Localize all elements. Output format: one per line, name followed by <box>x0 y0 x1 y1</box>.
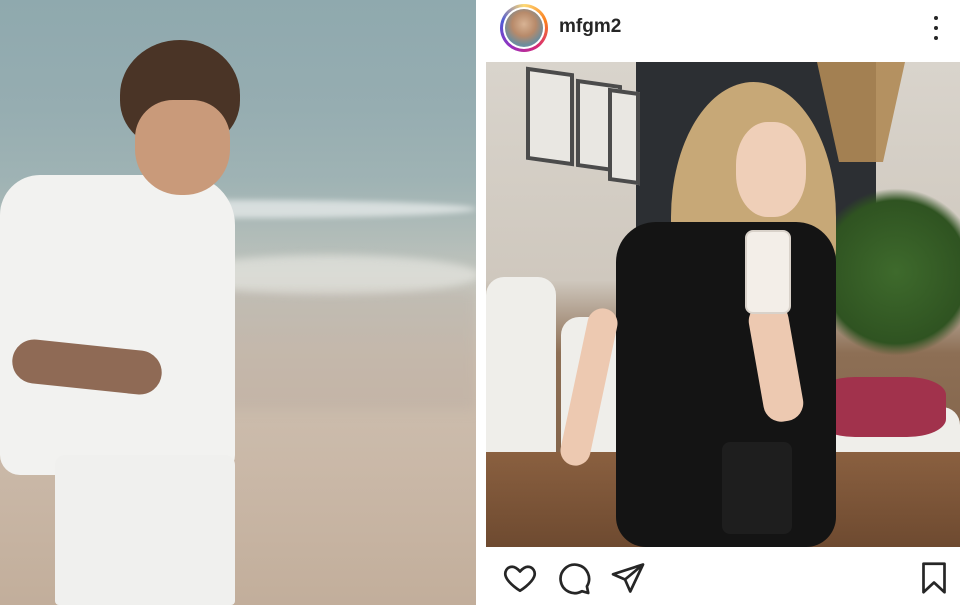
avatar[interactable] <box>503 7 545 49</box>
instagram-post: mfgm2 <box>476 0 960 605</box>
left-photo <box>0 0 476 605</box>
person-figure <box>0 35 260 605</box>
wall-frame <box>526 66 574 167</box>
bookmark-icon[interactable] <box>916 560 952 596</box>
face <box>135 100 230 195</box>
chair <box>486 277 556 477</box>
more-options-icon[interactable] <box>928 14 944 42</box>
send-icon[interactable] <box>610 560 646 596</box>
post-photo[interactable] <box>486 62 960 547</box>
profile-avatar-icon <box>505 9 543 47</box>
plant <box>831 172 960 372</box>
white-pants <box>55 455 235 605</box>
heart-icon[interactable] <box>502 560 538 596</box>
action-bar <box>476 552 960 605</box>
wall-frame <box>608 87 640 186</box>
comment-icon[interactable] <box>556 560 592 596</box>
post-header: mfgm2 <box>476 0 960 56</box>
handbag <box>722 442 792 534</box>
story-ring[interactable] <box>500 4 548 52</box>
face <box>736 122 806 217</box>
phone <box>745 230 791 314</box>
username[interactable]: mfgm2 <box>559 16 621 38</box>
white-shirt <box>0 175 235 475</box>
